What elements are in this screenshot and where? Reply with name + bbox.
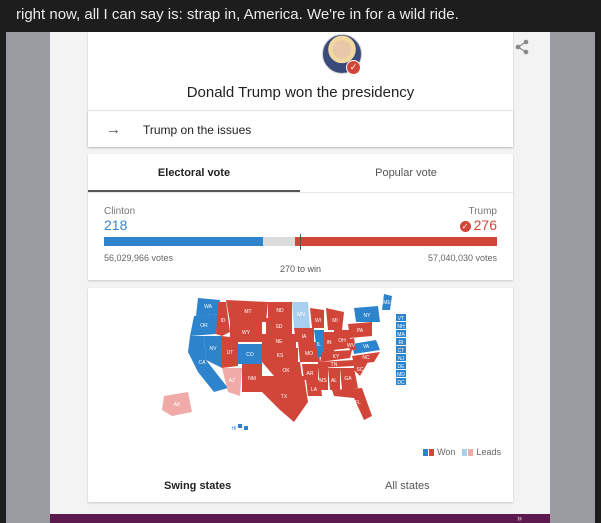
issues-link[interactable]: → Trump on the issues xyxy=(88,110,513,147)
label-ny: NY xyxy=(364,313,372,319)
label-sc: SC xyxy=(357,367,364,373)
trump-electoral-value: 276 xyxy=(473,217,497,233)
label-nv: NV xyxy=(210,346,218,352)
label-ga: GA xyxy=(344,376,352,382)
label-nd: ND xyxy=(276,308,284,314)
results-widget: ✓ Donald Trump won the presidency → Trum… xyxy=(50,32,550,523)
winner-headline: Donald Trump won the presidency xyxy=(186,84,415,101)
label-la: LA xyxy=(311,387,318,393)
legend-swatch-rep-leads xyxy=(467,449,473,456)
label-ma: MA xyxy=(397,332,405,338)
label-va: VA xyxy=(363,344,370,350)
label-hi: HI xyxy=(232,426,237,432)
tab-electoral-vote[interactable]: Electoral vote xyxy=(88,154,300,192)
legend-won: Won xyxy=(437,447,456,457)
vote-card: Electoral vote Popular vote Clinton Trum… xyxy=(88,154,513,280)
label-ky: KY xyxy=(333,354,340,360)
check-icon: ✓ xyxy=(346,60,361,75)
label-wv: WV xyxy=(347,343,356,349)
electoral-bar-clinton xyxy=(104,237,264,246)
state-fl[interactable] xyxy=(332,388,372,420)
label-ca: CA xyxy=(199,360,207,366)
legend-swatch-dem-leads xyxy=(461,449,467,456)
legend-leads: Leads xyxy=(476,447,501,457)
electoral-map-card: WA OR CA NV ID MT WY UT AZ CO NM ND SD N… xyxy=(88,288,513,462)
share-icon[interactable] xyxy=(513,38,531,56)
label-fl: FL xyxy=(355,400,361,406)
label-al: AL xyxy=(331,378,337,384)
label-ut: UT xyxy=(227,350,234,356)
label-ri: RI xyxy=(399,340,404,346)
label-az: AZ xyxy=(229,378,235,384)
label-ms: MS xyxy=(319,378,327,384)
legend-swatch-dem-won xyxy=(422,449,428,456)
issues-label: Trump on the issues xyxy=(143,123,252,137)
label-ct: CT xyxy=(398,348,405,354)
article-text: right now, all I can say is: strap in, A… xyxy=(16,6,459,23)
label-wa: WA xyxy=(204,304,213,310)
label-mi: MI xyxy=(332,318,338,324)
label-mt: MT xyxy=(244,309,251,315)
bottom-banner: » xyxy=(50,513,550,523)
label-ia: IA xyxy=(302,334,307,340)
clinton-popular-votes: 56,029,966 votes xyxy=(104,253,174,263)
label-in: IN xyxy=(327,340,332,346)
label-wy: WY xyxy=(242,330,251,336)
right-margin xyxy=(550,32,595,523)
label-co: CO xyxy=(246,352,254,358)
label-ne: NE xyxy=(276,339,284,345)
label-or: OR xyxy=(200,323,208,329)
legend-swatch-rep-won xyxy=(428,449,434,456)
label-dc: DC xyxy=(397,380,405,386)
label-vt: VT xyxy=(398,316,404,322)
state-hi[interactable] xyxy=(238,424,248,430)
us-electoral-map[interactable]: WA OR CA NV ID MT WY UT AZ CO NM ND SD N… xyxy=(158,292,428,442)
label-il: IL xyxy=(317,342,321,348)
label-ak: AK xyxy=(174,402,181,408)
label-oh: OH xyxy=(338,338,346,344)
trump-popular-votes: 57,040,030 votes xyxy=(427,253,497,263)
label-mn: MN xyxy=(297,312,305,318)
label-pa: PA xyxy=(357,328,364,334)
article-header: right now, all I can say is: strap in, A… xyxy=(0,0,601,32)
tab-swing-states[interactable]: Swing states xyxy=(164,480,231,492)
label-mo: MO xyxy=(305,351,313,357)
states-tabs: Swing states All states xyxy=(88,462,513,502)
label-ok: OK xyxy=(282,368,290,374)
clinton-name: Clinton xyxy=(104,206,136,217)
to-win-label: 270 to win xyxy=(279,264,322,274)
label-ks: KS xyxy=(277,353,284,359)
tab-popular-vote[interactable]: Popular vote xyxy=(300,154,512,192)
label-nc: NC xyxy=(362,355,370,361)
chevron-right-icon[interactable]: » xyxy=(517,513,522,523)
tab-all-states[interactable]: All states xyxy=(385,480,430,492)
label-tx: TX xyxy=(281,394,288,400)
label-wi: WI xyxy=(315,318,321,324)
tab-divider xyxy=(88,192,513,193)
arrow-right-icon: → xyxy=(106,121,121,138)
label-sd: SD xyxy=(276,324,283,330)
label-nm: NM xyxy=(248,376,256,382)
label-nh: NH xyxy=(397,324,405,330)
label-de: DE xyxy=(398,364,406,370)
label-id: ID xyxy=(221,318,226,324)
label-me: ME xyxy=(383,300,391,306)
label-nj: NJ xyxy=(398,356,405,362)
left-margin xyxy=(6,32,50,523)
trump-electoral-votes: ✓ 276 xyxy=(459,217,497,233)
map-legend: Won Leads xyxy=(422,447,501,457)
winner-check-icon: ✓ xyxy=(459,221,471,232)
label-ar: AR xyxy=(307,371,314,377)
trump-name: Trump xyxy=(468,206,497,217)
win-threshold-marker xyxy=(300,234,301,250)
clinton-electoral-votes: 218 xyxy=(104,217,128,233)
electoral-bar-trump xyxy=(295,237,497,246)
label-tn: TN xyxy=(331,362,338,368)
label-md: MD xyxy=(397,372,405,378)
